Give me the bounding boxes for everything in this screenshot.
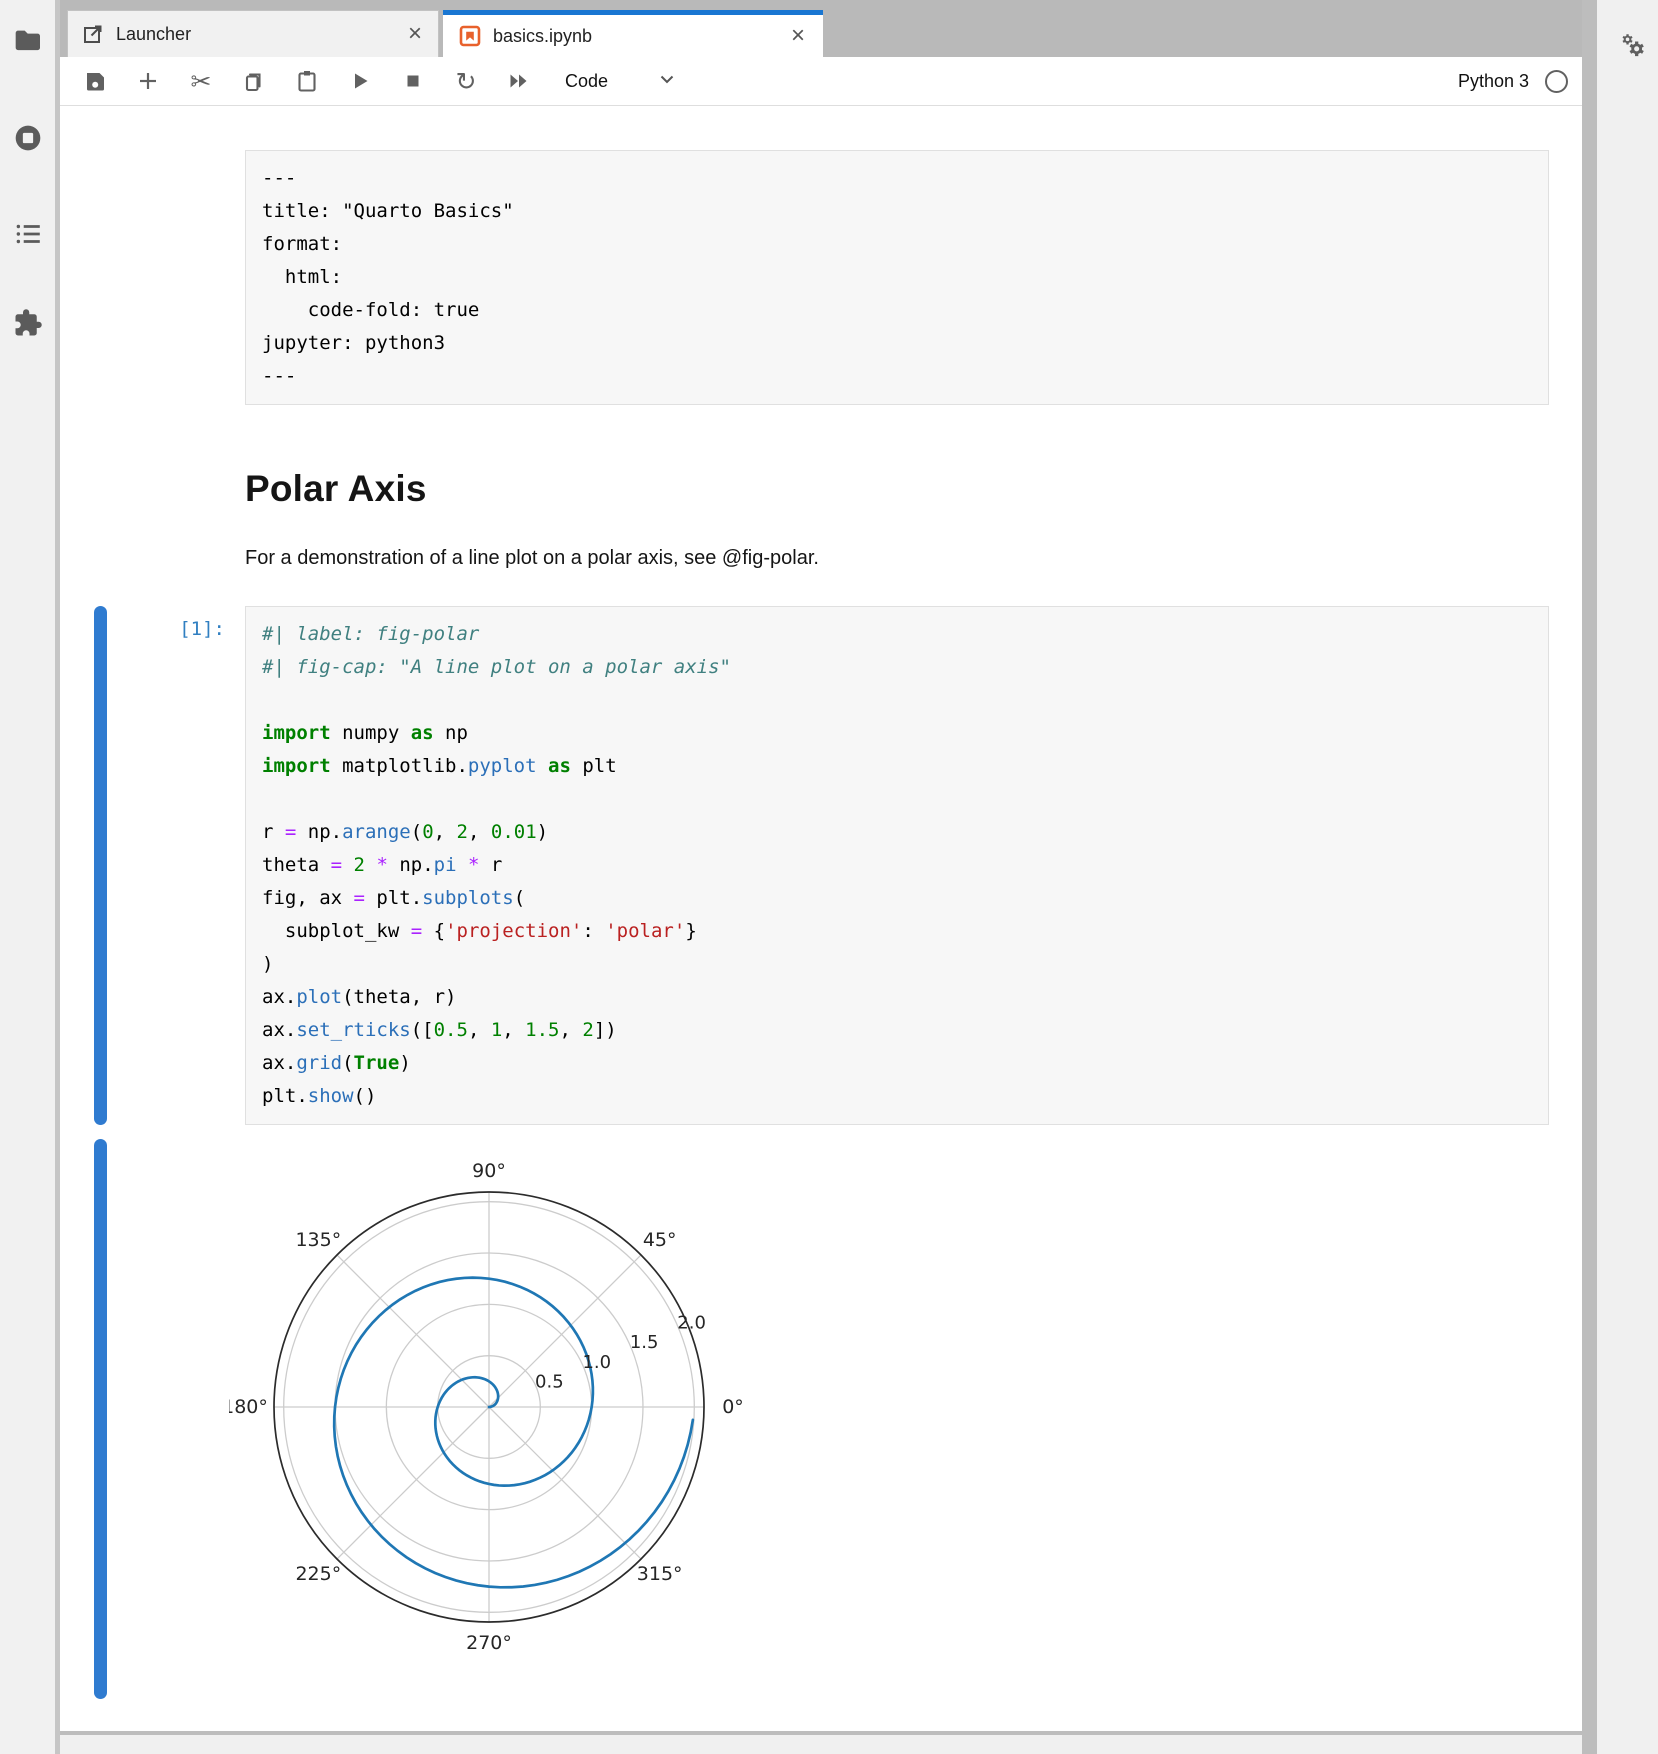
puzzle-icon	[13, 308, 43, 338]
stop-icon	[401, 69, 425, 93]
property-inspector-tab[interactable]	[1609, 22, 1649, 62]
running-kernels-tab[interactable]	[13, 123, 43, 153]
add-cell-button[interactable]	[135, 68, 161, 94]
svg-text:135°: 135°	[295, 1229, 341, 1251]
copy-icon	[242, 69, 266, 93]
cell-type-select[interactable]: Code	[565, 68, 678, 95]
right-sidebar	[1597, 0, 1658, 1754]
svg-text:2.0: 2.0	[677, 1313, 706, 1334]
svg-text:45°: 45°	[643, 1229, 677, 1251]
scissors-icon: ✂	[191, 69, 212, 94]
yaml-cell-row: ---title: "Quarto Basics"format: html: c…	[94, 150, 1582, 405]
tab-launcher[interactable]: Launcher ×	[67, 10, 439, 57]
panel-divider[interactable]	[1582, 0, 1597, 1754]
restart-icon: ↻	[456, 69, 477, 94]
save-icon	[83, 69, 107, 93]
extension-manager-tab[interactable]	[13, 308, 43, 338]
fast-forward-icon	[507, 69, 531, 93]
kernel-status-icon[interactable]	[1545, 70, 1568, 93]
input-collapser[interactable]	[94, 606, 107, 1125]
output-cell-row: 0° 45° 90° 135° 180° 225° 270° 315° 0.5 1.0 1.5 2.0	[94, 1139, 1582, 1699]
output-collapser[interactable]	[94, 1139, 107, 1699]
save-button[interactable]	[82, 68, 108, 94]
svg-text:180°: 180°	[229, 1396, 268, 1418]
tab-label: Launcher	[116, 24, 406, 45]
cut-cell-button[interactable]: ✂	[188, 68, 214, 94]
kernel-name[interactable]: Python 3	[1458, 71, 1529, 92]
svg-text:0°: 0°	[722, 1396, 744, 1418]
markdown-paragraph: For a demonstration of a line plot on a …	[245, 547, 1549, 570]
launcher-icon	[82, 23, 104, 45]
tab-bar: Launcher × basics.ipynb ×	[60, 0, 1582, 57]
close-tab-icon[interactable]: ×	[789, 24, 807, 48]
svg-text:0.5: 0.5	[535, 1372, 564, 1393]
copy-cell-button[interactable]	[241, 68, 267, 94]
notebook-icon	[459, 25, 481, 47]
clipboard-icon	[295, 69, 319, 93]
close-tab-icon[interactable]: ×	[406, 22, 424, 46]
file-browser-tab[interactable]	[13, 25, 43, 55]
code-cell-row: [1]: #| label: fig-polar#| fig-cap: "A l…	[94, 606, 1582, 1125]
notebook-content: ---title: "Quarto Basics"format: html: c…	[60, 106, 1582, 1699]
svg-text:1.5: 1.5	[630, 1332, 659, 1353]
svg-text:315°: 315°	[637, 1563, 683, 1585]
svg-text:270°: 270°	[466, 1632, 512, 1654]
left-activity-bar	[0, 0, 60, 1754]
svg-text:90°: 90°	[472, 1160, 506, 1182]
output-area: 0° 45° 90° 135° 180° 225° 270° 315° 0.5 1.0 1.5 2.0	[229, 1139, 749, 1699]
notebook-toolbar: ✂ ↻	[60, 57, 1582, 106]
cell-type-value: Code	[565, 71, 608, 92]
folder-icon	[13, 25, 43, 55]
tab-basics-ipynb[interactable]: basics.ipynb ×	[443, 10, 823, 57]
gears-icon	[1609, 49, 1649, 66]
yaml-cell-editor[interactable]: ---title: "Quarto Basics"format: html: c…	[245, 150, 1549, 405]
polar-plot-figure: 0° 45° 90° 135° 180° 225° 270° 315° 0.5 1.0 1.5 2.0	[229, 1139, 749, 1679]
svg-text:1.0: 1.0	[582, 1352, 611, 1373]
tab-label: basics.ipynb	[493, 26, 789, 47]
restart-kernel-button[interactable]: ↻	[453, 68, 479, 94]
run-cell-button[interactable]	[347, 68, 373, 94]
play-icon	[348, 69, 372, 93]
run-all-button[interactable]	[506, 68, 532, 94]
plus-icon	[136, 69, 160, 93]
section-heading: Polar Axis	[245, 468, 1549, 510]
paste-cell-button[interactable]	[294, 68, 320, 94]
markdown-cell[interactable]: Polar Axis For a demonstration of a line…	[245, 468, 1549, 570]
table-of-contents-tab[interactable]	[13, 219, 43, 249]
stop-kernel-button[interactable]	[400, 68, 426, 94]
svg-text:225°: 225°	[295, 1563, 341, 1585]
cell-prompt	[107, 150, 245, 405]
notebook-panel: Launcher × basics.ipynb ×	[60, 0, 1582, 1735]
list-icon	[13, 219, 43, 249]
chevron-down-icon	[656, 68, 678, 95]
code-cell-editor[interactable]: #| label: fig-polar#| fig-cap: "A line p…	[245, 606, 1549, 1125]
stop-circle-icon	[13, 123, 43, 153]
execution-count: [1]:	[107, 606, 245, 1125]
